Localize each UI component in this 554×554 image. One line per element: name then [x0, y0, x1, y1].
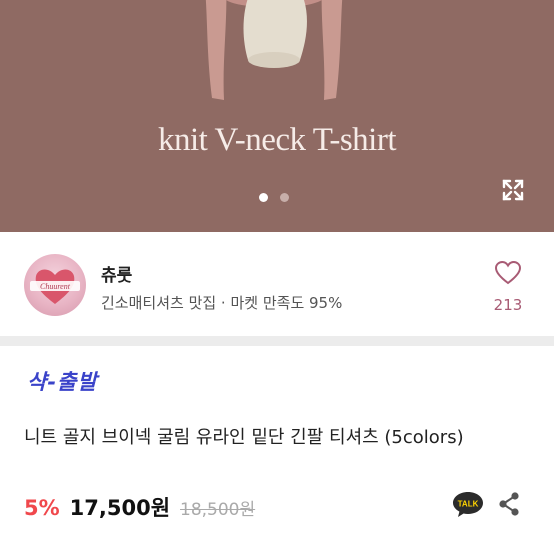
kakao-talk-icon: TALK [453, 492, 483, 517]
original-price: 18,500원 [180, 500, 256, 520]
like-count: 213 [493, 296, 523, 314]
share-button[interactable] [496, 490, 522, 518]
sale-price: 17,500원 [69, 496, 171, 520]
carousel-indicator [259, 193, 289, 202]
carousel-dot-active[interactable] [259, 193, 268, 202]
seller-name[interactable]: 츄룻 [101, 261, 132, 286]
seller-avatar[interactable]: Chuurent [24, 254, 86, 316]
price-row: 5% 17,500원 18,500원 [24, 492, 255, 522]
avatar-text: Chuurent [40, 282, 71, 291]
section-divider [0, 336, 554, 346]
discount-rate: 5% [24, 496, 60, 520]
heart-icon [494, 260, 522, 285]
product-image-carousel[interactable]: knit V-neck T-shirt [0, 0, 554, 232]
expand-icon [502, 179, 524, 201]
talk-label: TALK [458, 500, 479, 509]
seller-description: 긴소매티셔츠 맛집 · 마켓 만족도 95% [101, 294, 343, 312]
product-title: 니트 골지 브이넥 굴림 유라인 밑단 긴팔 티셔츠 (5colors) [24, 427, 464, 448]
carousel-dot[interactable] [280, 193, 289, 202]
like-button[interactable]: 213 [488, 256, 528, 324]
product-photo [205, 0, 343, 100]
hero-title: knit V-neck T-shirt [157, 122, 397, 158]
share-icon [499, 492, 519, 516]
kakao-talk-button[interactable]: TALK [452, 490, 484, 518]
expand-button[interactable] [497, 174, 529, 206]
brand-logo: 샥-출발 [27, 370, 98, 394]
seller-info[interactable]: Chuurent 츄룻 긴소매티셔츠 맛집 · 마켓 만족도 95% 213 [0, 232, 554, 336]
